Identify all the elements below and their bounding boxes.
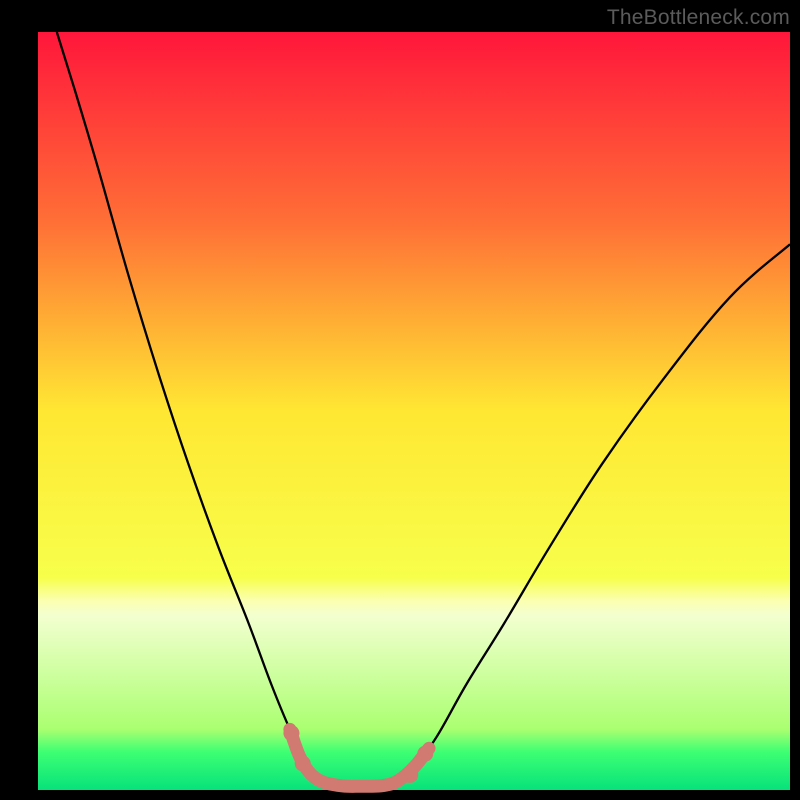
bottleneck-chart xyxy=(0,0,800,800)
plot-background xyxy=(38,32,790,790)
chart-frame: TheBottleneck.com xyxy=(0,0,800,800)
marker-dot xyxy=(402,767,418,783)
watermark-text: TheBottleneck.com xyxy=(607,6,790,30)
marker-dot xyxy=(417,746,433,762)
marker-dot xyxy=(283,725,299,741)
marker-dot xyxy=(295,755,311,771)
